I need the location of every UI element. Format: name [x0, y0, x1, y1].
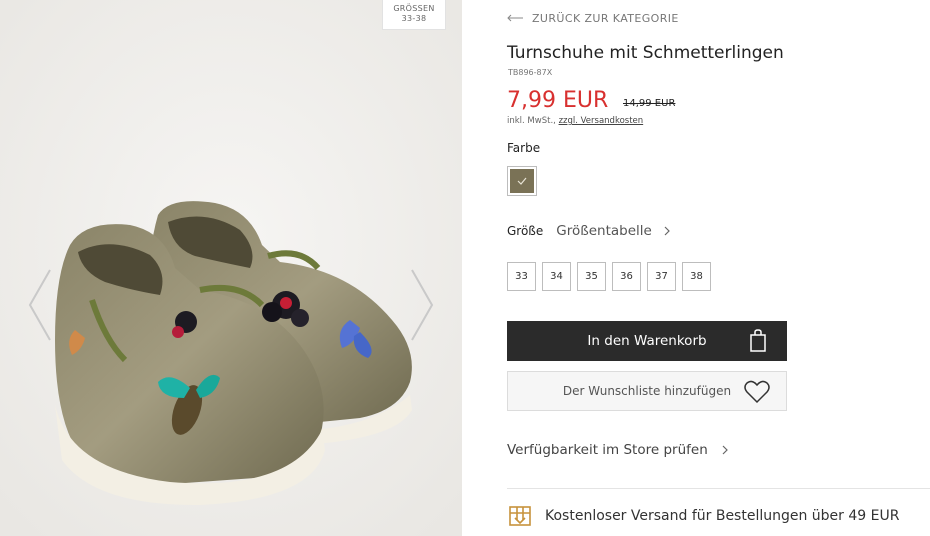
back-link-label: ZURÜCK ZUR KATEGORIE — [532, 11, 679, 25]
size-option-38[interactable]: 38 — [682, 262, 711, 291]
tax-info: inkl. MwSt., zzgl. Versandkosten — [507, 116, 643, 126]
size-option-37[interactable]: 37 — [647, 262, 676, 291]
gallery-next-button[interactable] — [409, 268, 435, 342]
chevron-right-icon — [411, 269, 434, 341]
tax-text: inkl. MwSt., — [507, 116, 559, 126]
size-chart-label: Größentabelle — [556, 223, 652, 239]
add-to-cart-button[interactable]: In den Warenkorb — [507, 321, 787, 361]
size-option-36[interactable]: 36 — [612, 262, 641, 291]
size-badge-range: 33-38 — [401, 14, 427, 23]
product-sku: TB896-87X — [508, 68, 553, 77]
shipping-box-icon — [509, 506, 531, 526]
old-price: 14,99 EUR — [623, 98, 676, 109]
product-photo — [0, 0, 462, 536]
product-image-gallery: GRÖSSEN 33-38 — [0, 0, 462, 536]
divider — [507, 488, 930, 489]
size-option-34[interactable]: 34 — [542, 262, 571, 291]
color-label: Farbe — [507, 141, 541, 155]
add-to-wishlist-label: Der Wunschliste hinzufügen — [562, 384, 732, 398]
size-range-badge: GRÖSSEN 33-38 — [382, 0, 446, 30]
size-label: Größe — [507, 224, 544, 238]
add-to-wishlist-button[interactable]: Der Wunschliste hinzufügen — [507, 371, 787, 411]
free-shipping-label: Kostenloser Versand für Bestellungen übe… — [545, 508, 900, 524]
back-to-category-link[interactable]: ZURÜCK ZUR KATEGORIE — [507, 10, 679, 26]
heart-icon — [744, 380, 770, 404]
size-option-35[interactable]: 35 — [577, 262, 606, 291]
store-availability-label: Verfügbarkeit im Store prüfen — [507, 442, 708, 458]
gallery-prev-button[interactable] — [27, 268, 53, 342]
color-swatch-fill — [510, 169, 534, 193]
size-row: Größe Größentabelle — [507, 223, 670, 239]
chevron-left-icon — [28, 269, 51, 341]
chevron-right-icon — [722, 445, 728, 455]
size-options: 33 34 35 36 37 38 — [507, 262, 717, 291]
size-option-33[interactable]: 33 — [507, 262, 536, 291]
store-availability-link[interactable]: Verfügbarkeit im Store prüfen — [507, 442, 728, 458]
color-swatch-selected[interactable] — [507, 166, 537, 196]
shopping-bag-icon — [750, 329, 766, 352]
add-to-cart-label: In den Warenkorb — [587, 333, 707, 349]
current-price: 7,99 EUR — [507, 88, 609, 113]
product-details: ZURÜCK ZUR KATEGORIE Turnschuhe mit Schm… — [507, 0, 930, 536]
shipping-costs-link[interactable]: zzgl. Versandkosten — [559, 116, 644, 126]
size-badge-title: GRÖSSEN — [393, 4, 435, 13]
arrow-left-icon — [507, 14, 523, 22]
free-shipping-info: Kostenloser Versand für Bestellungen übe… — [507, 504, 899, 528]
checkmark-icon — [517, 177, 527, 185]
size-chart-link[interactable]: Größentabelle — [556, 223, 670, 239]
chevron-right-icon — [664, 226, 670, 236]
product-title: Turnschuhe mit Schmetterlingen — [507, 43, 784, 63]
